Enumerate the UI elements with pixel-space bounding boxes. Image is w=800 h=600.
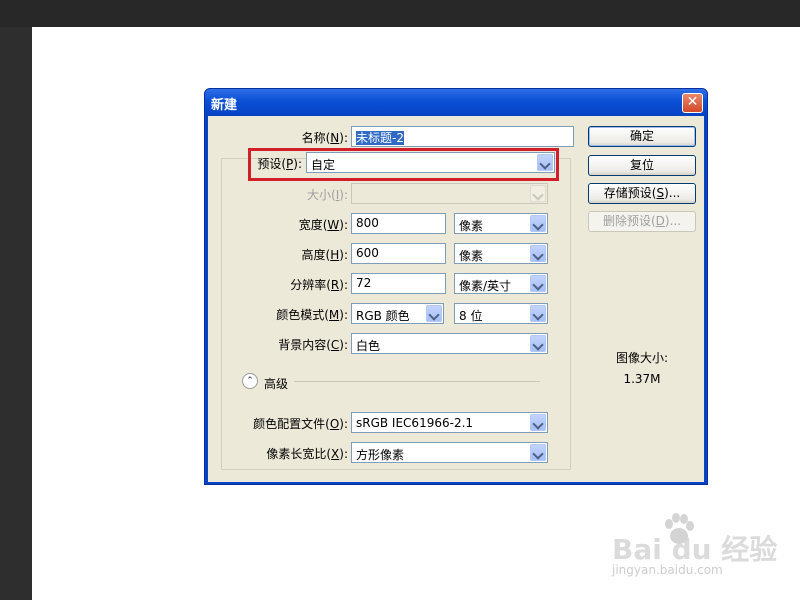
close-icon[interactable]: ✕: [682, 93, 703, 113]
resolution-unit-value: 像素/英寸: [459, 279, 512, 293]
dialog-title: 新建: [211, 98, 238, 113]
name-input[interactable]: 未标题-2: [351, 126, 574, 147]
width-unit-value: 像素: [459, 219, 484, 233]
resolution-unit-select[interactable]: 像素/英寸: [454, 273, 548, 294]
chevron-down-icon[interactable]: [530, 305, 546, 322]
app-top-bar: [0, 0, 800, 27]
chevron-down-icon[interactable]: [530, 215, 546, 232]
background-select[interactable]: 白色: [351, 333, 548, 354]
background-value: 白色: [356, 339, 381, 353]
dialog-body: 名称(N): 未标题-2 预设(P): 自定 大小(I): 宽度(W): 800: [208, 116, 704, 482]
chevron-down-icon[interactable]: [530, 414, 546, 431]
color-profile-select[interactable]: sRGB IEC61966-2.1: [351, 412, 548, 433]
chevron-down-icon[interactable]: [530, 335, 546, 352]
name-input-value: 未标题-2: [356, 131, 404, 145]
advanced-divider: [294, 381, 540, 382]
bit-depth-value: 8 位: [459, 309, 483, 323]
reset-button[interactable]: 复位: [588, 155, 696, 176]
width-label: 宽度(W):: [298, 218, 348, 232]
advanced-label: 高级: [264, 377, 289, 391]
color-mode-select[interactable]: RGB 颜色: [351, 303, 444, 324]
color-mode-label: 颜色模式(M):: [276, 308, 348, 322]
app-left-toolbar: [0, 27, 32, 600]
size-select: [351, 183, 548, 204]
preset-highlight-box: [248, 148, 559, 181]
image-size-label: 图像大小:: [615, 351, 669, 365]
color-mode-value: RGB 颜色: [356, 309, 410, 323]
chevron-down-icon[interactable]: [530, 245, 546, 262]
resolution-label: 分辨率(R):: [290, 278, 348, 292]
save-preset-button[interactable]: 存储预设(S)...: [588, 183, 696, 204]
height-unit-select[interactable]: 像素: [454, 243, 548, 264]
width-input[interactable]: 800: [351, 213, 446, 234]
image-size-value: 1.37M: [623, 372, 661, 386]
watermark-url: jingyan.baidu.com: [612, 563, 723, 577]
chevron-down-icon: [530, 185, 546, 202]
chevron-down-icon[interactable]: [530, 444, 546, 461]
chevron-down-icon[interactable]: [530, 275, 546, 292]
advanced-toggle-icon[interactable]: ⌃: [242, 373, 258, 389]
ok-button[interactable]: 确定: [588, 126, 696, 147]
chevron-down-icon[interactable]: [426, 305, 442, 322]
pixel-aspect-select[interactable]: 方形像素: [351, 442, 548, 463]
watermark-brand: Bai du 经验: [612, 533, 778, 566]
pixel-aspect-value: 方形像素: [356, 448, 405, 462]
size-label: 大小(I):: [307, 188, 348, 202]
dialog-titlebar[interactable]: 新建 ✕: [205, 89, 707, 116]
name-label: 名称(N):: [301, 131, 348, 145]
bit-depth-select[interactable]: 8 位: [454, 303, 548, 324]
height-input[interactable]: 600: [351, 243, 446, 264]
resolution-input[interactable]: 72: [351, 273, 446, 294]
color-profile-label: 颜色配置文件(O):: [253, 417, 348, 431]
pixel-aspect-label: 像素长宽比(X):: [266, 447, 348, 461]
height-unit-value: 像素: [459, 249, 484, 263]
width-unit-select[interactable]: 像素: [454, 213, 548, 234]
background-label: 背景内容(C):: [278, 338, 348, 352]
delete-preset-button: 删除预设(D)...: [588, 211, 696, 232]
new-document-dialog: 新建 ✕ 名称(N): 未标题-2 预设(P): 自定 大小(I): 宽度(W)…: [204, 88, 708, 485]
color-profile-value: sRGB IEC61966-2.1: [356, 416, 474, 430]
height-label: 高度(H):: [301, 248, 348, 262]
